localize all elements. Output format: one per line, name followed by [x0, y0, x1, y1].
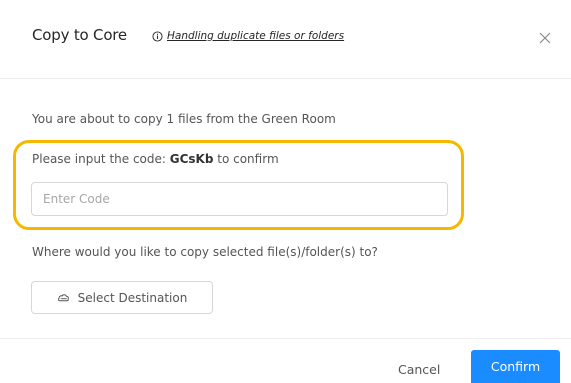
intro-text: You are about to copy 1 files from the G…: [32, 112, 336, 126]
destination-question: Where would you like to copy selected fi…: [32, 245, 378, 259]
confirm-button[interactable]: Confirm: [471, 350, 560, 383]
code-prompt-prefix: Please input the code:: [32, 152, 170, 166]
info-icon: [152, 30, 163, 42]
cancel-button[interactable]: Cancel: [398, 362, 440, 377]
select-destination-button[interactable]: Select Destination: [31, 281, 213, 314]
help-link-group[interactable]: Handling duplicate files or folders: [152, 30, 344, 42]
code-prompt-suffix: to confirm: [213, 152, 279, 166]
select-destination-label: Select Destination: [77, 290, 188, 305]
code-input[interactable]: [31, 182, 448, 216]
cloud-icon: [57, 294, 69, 302]
copy-to-core-dialog: Copy to Core Handling duplicate files or…: [0, 0, 571, 383]
dialog-title: Copy to Core: [32, 26, 127, 44]
close-icon[interactable]: [537, 30, 553, 46]
dialog-header: Copy to Core Handling duplicate files or…: [0, 0, 571, 79]
confirmation-code: GCsKb: [169, 152, 214, 166]
code-prompt: Please input the code: GCsKb to confirm: [32, 152, 279, 166]
help-link[interactable]: Handling duplicate files or folders: [167, 30, 344, 42]
